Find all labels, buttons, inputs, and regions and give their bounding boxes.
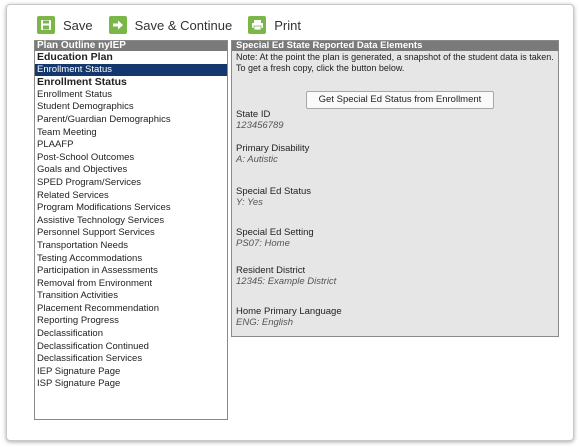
outline-item[interactable]: IEP Signature Page [35,366,227,379]
panel-header: Special Ed State Reported Data Elements [232,41,558,51]
field-value: 123456789 [236,120,284,131]
field-value: ENG: English [236,317,294,328]
outline-item[interactable]: Enrollment Status [35,89,227,102]
outline-item[interactable]: Testing Accommodations [35,253,227,266]
data-field: Special Ed Status Y: Yes [236,186,311,208]
outline-item[interactable]: Transportation Needs [35,240,227,253]
arrow-right-icon [108,16,127,34]
data-field: Home Primary Language ENG: English [236,306,342,328]
toolbar: Save Save & Continue Print [37,13,317,37]
outline-item[interactable]: Parent/Guardian Demographics [35,114,227,127]
field-label: Primary Disability [236,143,310,154]
field-label: Special Ed Status [236,186,311,197]
outline-item[interactable]: Team Meeting [35,127,227,140]
print-label: Print [274,17,301,33]
outline-item[interactable]: Related Services [35,190,227,203]
save-label: Save [63,17,93,33]
outline-item[interactable]: Placement Recommendation [35,303,227,316]
field-label: Special Ed Setting [236,227,314,238]
field-label: Resident District [236,265,306,276]
outline-item[interactable]: Personnel Support Services [35,227,227,240]
outline-item[interactable]: Assistive Technology Services [35,215,227,228]
snapshot-note: Note: At the point the plan is generated… [236,52,554,73]
outline-section-heading: Enrollment Status [37,76,127,89]
save-button[interactable]: Save [37,16,93,34]
data-field: Primary Disability A: Autistic [236,143,309,165]
outline-item[interactable]: SPED Program/Services [35,177,227,190]
save-icon [37,16,55,34]
outline-item[interactable]: Reporting Progress [35,315,227,328]
outline-item[interactable]: Post-School Outcomes [35,152,227,165]
outline-item[interactable]: ISP Signature Page [35,378,227,391]
print-button[interactable]: Print [248,16,301,34]
state-data-panel: Special Ed State Reported Data Elements … [231,40,559,337]
outline-item[interactable]: Goals and Objectives [35,164,227,177]
save-continue-button[interactable]: Save & Continue [108,16,233,34]
plan-outline-header: Plan Outline nyIEP [35,41,227,51]
outline-item[interactable]: Declassification Services [35,353,227,366]
plan-outline-list: Education Plan Enrollment Status Enrollmen… [35,51,227,391]
plan-outline: Plan Outline nyIEP Education Plan Enrollm… [34,40,228,420]
field-value: 12345: Example District [236,276,337,287]
outline-section-heading: Education Plan [37,51,113,63]
data-field: Special Ed Setting PS07: Home [236,227,314,249]
save-continue-label: Save & Continue [134,17,233,33]
data-field: Resident District 12345: Example District [236,265,336,287]
field-value: Y: Yes [236,197,263,208]
outline-item[interactable]: Declassification [35,328,227,341]
data-field: State ID 123456789 [236,109,284,131]
field-value: PS07: Home [236,238,290,249]
printer-icon [248,16,267,34]
get-status-button[interactable]: Get Special Ed Status from Enrollment [306,91,494,109]
outline-item[interactable]: PLAAFP [35,139,227,152]
field-value: A: Autistic [236,154,278,165]
outline-item[interactable]: Enrollment Status [35,63,227,77]
field-label: State ID [236,109,271,120]
field-label: Home Primary Language [236,306,342,317]
outline-item[interactable]: Participation in Assessments [35,265,227,278]
outline-item[interactable]: Student Demographics [35,101,227,114]
outline-item[interactable]: Transition Activities [35,290,227,303]
outline-item[interactable]: Removal from Environment [35,278,227,291]
outline-item[interactable]: Program Modifications Services [35,202,227,215]
outline-item[interactable]: Declassification Continued [35,341,227,354]
